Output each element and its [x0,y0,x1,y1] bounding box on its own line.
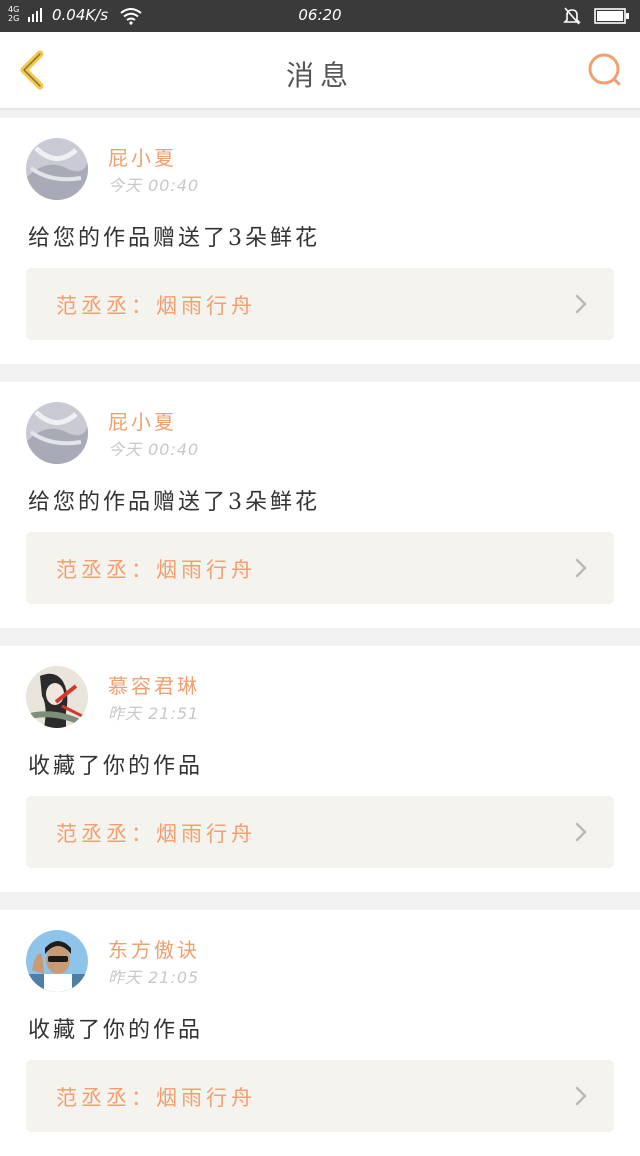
work-link[interactable]: 范丞丞：烟雨行舟 [26,1060,614,1132]
message-time: 今天 00:40 [108,440,200,459]
sender-name[interactable]: 屁小夏 [108,406,177,435]
message-card: 屁小夏 今天 00:40 给您的作品赠送了3朵鲜花 范丞丞：烟雨行舟 [0,118,640,364]
work-title: 范丞丞：烟雨行舟 [56,294,256,318]
chevron-right-icon [575,822,587,842]
bell-muted-icon [563,7,581,25]
avatar[interactable] [26,666,88,728]
search-icon[interactable] [584,50,624,90]
chevron-right-icon [575,1086,587,1106]
avatar[interactable] [26,138,88,200]
sender-name[interactable]: 东方傲诀 [108,934,200,963]
work-title: 范丞丞：烟雨行舟 [56,1086,256,1110]
clock: 06:20 [298,6,342,24]
message-card: 慕容君琳 昨天 21:51 收藏了你的作品 范丞丞：烟雨行舟 [0,646,640,892]
sender-name[interactable]: 慕容君琳 [108,670,200,699]
message-card: 屁小夏 今天 00:40 给您的作品赠送了3朵鲜花 范丞丞：烟雨行舟 [0,382,640,628]
message-text: 给您的作品赠送了3朵鲜花 [28,490,320,515]
work-link[interactable]: 范丞丞：烟雨行舟 [26,268,614,340]
message-card: 东方傲诀 昨天 21:05 收藏了你的作品 范丞丞：烟雨行舟 [0,910,640,1156]
status-bar: 4G 2G 0.04K/s 06:20 [0,0,640,32]
message-time: 昨天 21:51 [108,704,200,723]
page-title: 消息 [285,59,354,92]
sender-name[interactable]: 屁小夏 [108,142,177,171]
message-text: 收藏了你的作品 [28,754,204,779]
work-title: 范丞丞：烟雨行舟 [56,822,256,846]
message-text: 给您的作品赠送了3朵鲜花 [28,226,320,251]
work-title: 范丞丞：烟雨行舟 [56,558,256,582]
message-text: 收藏了你的作品 [28,1018,204,1043]
chevron-right-icon [575,558,587,578]
chevron-right-icon [575,294,587,314]
battery-icon [594,8,629,24]
message-time: 昨天 21:05 [108,968,200,987]
app-header: 消息 [0,32,640,110]
avatar[interactable] [26,402,88,464]
message-time: 今天 00:40 [108,176,200,195]
work-link[interactable]: 范丞丞：烟雨行舟 [26,532,614,604]
work-link[interactable]: 范丞丞：烟雨行舟 [26,796,614,868]
avatar[interactable] [26,930,88,992]
